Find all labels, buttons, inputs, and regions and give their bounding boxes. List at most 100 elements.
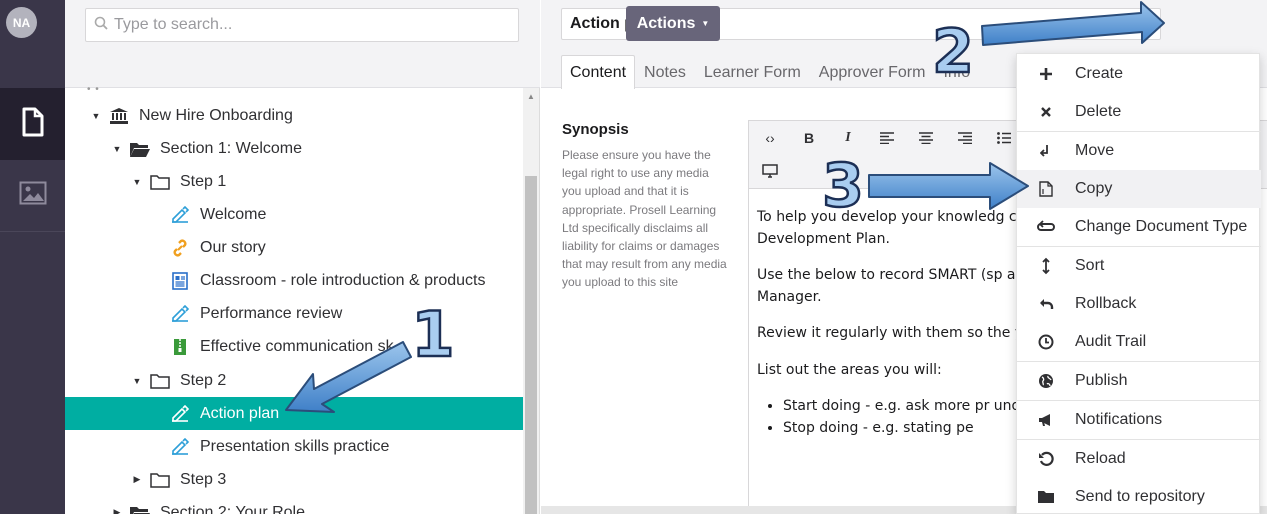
avatar[interactable]: NA <box>6 7 37 38</box>
globe-icon <box>1017 373 1075 389</box>
edit-icon <box>170 437 190 457</box>
tree-header <box>65 0 540 88</box>
caret-down-icon[interactable]: ▼ <box>110 142 124 156</box>
menu-item-sort[interactable]: Sort <box>1017 247 1261 285</box>
media-icon <box>19 181 47 210</box>
caret-right-icon[interactable]: ▶ <box>130 473 144 487</box>
document-icon <box>170 271 190 291</box>
menu-item-copy[interactable]: Copy <box>1017 170 1261 208</box>
tab-approver-form[interactable]: Approver Form <box>810 55 935 89</box>
menu-item-label: Send to repository <box>1075 488 1205 505</box>
menu-item-label: Copy <box>1075 180 1113 197</box>
tree-node-action-plan[interactable]: Action plan <box>65 397 523 430</box>
bold-icon[interactable]: B <box>790 122 828 154</box>
caret-right-icon[interactable]: ▶ <box>110 506 124 514</box>
undo-icon <box>1017 297 1075 311</box>
folder-icon <box>150 371 170 391</box>
edit-icon <box>170 404 190 424</box>
menu-item-publish[interactable]: Publish <box>1017 362 1261 400</box>
app-window: NA • • ▼ New <box>0 0 1267 514</box>
tree-node-our-story[interactable]: Our story <box>65 231 523 264</box>
tree-node-step-1[interactable]: ▼ Step 1 <box>65 165 523 198</box>
folder-open-icon <box>130 503 150 514</box>
edit-icon <box>170 304 190 324</box>
menu-item-audit-trail[interactable]: Audit Trail <box>1017 323 1261 361</box>
caret-down-icon[interactable]: ▼ <box>89 109 103 123</box>
caret-down-icon[interactable]: ▼ <box>130 175 144 189</box>
link-icon <box>170 238 190 258</box>
actions-button[interactable]: Actions ▼ <box>626 6 720 41</box>
content-icon <box>20 107 46 142</box>
tree-node-label: Step 3 <box>180 470 227 488</box>
tree-node-step-3[interactable]: ▶ Step 3 <box>65 463 523 496</box>
caret-down-icon: ▼ <box>701 19 710 28</box>
content-tree-panel: • • ▼ New Hire Onboarding ▼ Section 1: W… <box>65 0 540 514</box>
tree-node-label: Step 2 <box>180 371 227 389</box>
plus-icon <box>1017 67 1075 81</box>
tree-node-welcome[interactable]: Welcome <box>65 198 523 231</box>
rail-media-section[interactable] <box>0 160 65 232</box>
clock-icon <box>1017 334 1075 350</box>
tree-node-presentation-skills[interactable]: Presentation skills practice <box>65 430 523 463</box>
italic-icon[interactable]: I <box>829 122 867 154</box>
monitor-icon[interactable] <box>751 155 789 187</box>
menu-item-label: Sort <box>1075 257 1105 274</box>
menu-item-label: Create <box>1075 65 1124 82</box>
folder-icon <box>150 470 170 490</box>
tree-scrollbar-thumb[interactable] <box>525 176 537 514</box>
menu-item-label: Publish <box>1075 372 1128 389</box>
tree-drag-handle[interactable]: • • <box>87 84 100 95</box>
folder-icon <box>1017 490 1075 504</box>
tree-node-classroom[interactable]: Classroom - role introduction & products <box>65 264 523 297</box>
left-rail: NA <box>0 0 65 514</box>
menu-item-create[interactable]: Create <box>1017 55 1261 93</box>
rail-content-section[interactable] <box>0 88 65 160</box>
tree-node-step-2[interactable]: ▼ Step 2 <box>65 364 523 397</box>
search-input[interactable] <box>114 16 494 34</box>
menu-item-change-document-type[interactable]: Change Document Type <box>1017 208 1261 246</box>
reload-icon <box>1017 451 1075 467</box>
tree-node-effective-communication[interactable]: Effective communication sk <box>65 330 523 363</box>
align-right-icon[interactable] <box>946 122 984 154</box>
tree-node-performance-review[interactable]: Performance review <box>65 297 523 330</box>
menu-item-reload[interactable]: Reload <box>1017 440 1261 478</box>
tree-node-root[interactable]: ▼ New Hire Onboarding <box>65 99 523 132</box>
sort-icon <box>1017 257 1075 275</box>
tree-node-label: Our story <box>200 238 266 256</box>
move-icon <box>1017 144 1075 158</box>
tree-node-label: Effective communication sk <box>200 337 394 355</box>
zip-icon <box>170 337 190 357</box>
menu-item-move[interactable]: Move <box>1017 132 1261 170</box>
tab-learner-form[interactable]: Learner Form <box>695 55 810 89</box>
menu-item-label: Reload <box>1075 450 1126 467</box>
tree-search-box[interactable] <box>85 8 519 42</box>
tree-node-label: Section 1: Welcome <box>160 139 302 157</box>
tree-node-label: Performance review <box>200 304 343 322</box>
actions-menu: Create Delete Move Copy Change Document … <box>1016 53 1261 514</box>
tree-node-section-2[interactable]: ▶ Section 2: Your Role <box>65 496 523 514</box>
menu-item-label: Move <box>1075 142 1115 159</box>
tab-notes[interactable]: Notes <box>635 55 695 89</box>
tree-scrollbar[interactable]: ▲ <box>523 88 539 514</box>
tree-node-section-1[interactable]: ▼ Section 1: Welcome <box>65 132 523 165</box>
menu-item-delete[interactable]: Delete <box>1017 93 1261 131</box>
search-icon <box>94 16 108 35</box>
align-left-icon[interactable] <box>868 122 906 154</box>
tab-info[interactable]: Info <box>934 55 979 89</box>
menu-item-notifications[interactable]: Notifications <box>1017 401 1261 439</box>
tree-node-label: Action plan <box>200 404 280 422</box>
align-center-icon[interactable] <box>907 122 945 154</box>
menu-item-rollback[interactable]: Rollback <box>1017 285 1261 323</box>
tab-content[interactable]: Content <box>561 55 636 89</box>
megaphone-icon <box>1017 413 1075 427</box>
caret-down-icon[interactable]: ▼ <box>130 374 144 388</box>
swap-icon <box>1017 220 1075 234</box>
synopsis-label: Synopsis <box>562 121 629 138</box>
tree-node-label: Section 2: Your Role <box>160 503 305 514</box>
menu-item-label: Change Document Type <box>1075 218 1248 235</box>
tree-node-label: Welcome <box>200 205 267 223</box>
menu-item-send-to-repository[interactable]: Send to repository <box>1017 478 1261 514</box>
source-code-icon[interactable]: ‹› <box>751 122 789 154</box>
folder-icon <box>150 172 170 192</box>
scroll-up-icon[interactable]: ▲ <box>527 92 535 101</box>
